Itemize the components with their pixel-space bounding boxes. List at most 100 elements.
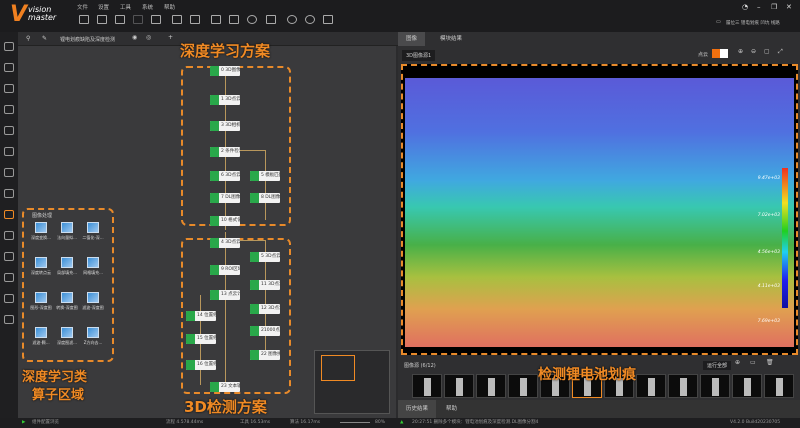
zoom-out-icon[interactable]: ⊖ [751,48,756,55]
operator-item[interactable]: Z方向去... [82,327,104,346]
calibrate-icon[interactable] [4,126,14,135]
flow-node[interactable]: 13 点云计算1 [210,290,240,300]
minimize-icon[interactable]: – [757,3,761,11]
zoom-in-icon[interactable]: ⊕ [738,48,743,55]
flow-node[interactable]: 0 3D图像源1 [210,66,240,76]
grid-icon[interactable] [190,15,200,24]
thumbnail[interactable] [508,374,538,398]
fit-icon[interactable]: ▢ [764,48,770,55]
monitor-icon[interactable] [211,15,221,24]
delete-icon[interactable]: 🗑 [766,359,774,366]
flow-node[interactable]: 8 DL图像分... [250,193,280,203]
operator-item[interactable]: 局部填充... [56,257,78,276]
panel-icon[interactable] [323,15,333,24]
tab-history[interactable]: 历史结果 [398,400,437,418]
flow-tab-title[interactable]: 锂电划痕缺陷及深度检测 [60,36,115,43]
tab-help[interactable]: 帮助 [438,400,465,418]
flow-node[interactable]: 16 位置修正 [186,360,216,370]
flow-tree-icon[interactable]: ⚲ [26,35,30,42]
add-tab-icon[interactable]: + [168,34,173,41]
fullscreen-icon[interactable]: ⤢ [778,48,783,56]
thumbnail[interactable] [412,374,442,398]
thumbnail[interactable] [476,374,506,398]
wrench-icon[interactable]: ✎ [42,35,47,42]
flow-node[interactable]: 22 图像拼接1 [250,350,280,360]
menu-settings[interactable]: 设置 [98,3,109,11]
menu-system[interactable]: 系统 [142,3,153,11]
thumbnail[interactable] [668,374,698,398]
operator-item[interactable]: 法向量拟... [56,222,78,241]
flow-node[interactable]: 15 位置修正 [186,334,216,344]
menu-tools[interactable]: 工具 [120,3,131,11]
export-icon[interactable] [133,15,143,24]
flow-node[interactable]: 5 3D点云转换2 [250,252,280,262]
flow-node[interactable]: 6 3D点云分割... [210,171,240,181]
operator-item[interactable]: 二值化-深... [82,222,104,241]
flow-node[interactable]: 1 3D点云-深... [210,95,240,105]
tab-image[interactable]: 图像 [398,32,426,46]
logic-icon[interactable] [4,294,14,303]
flow-node[interactable]: 7 DL图像分... [210,193,240,203]
flow-node[interactable]: 10 格式化输出1 [210,216,240,226]
operator-item[interactable]: 深度图滤... [56,327,78,346]
depth-image-view[interactable]: 9.47e+03 7.02e+03 4.56e+03 4.11e+03 7.69… [401,64,798,355]
code-icon[interactable] [266,15,276,24]
operator-item[interactable]: 图形-深度图 [30,292,52,311]
thumbnail[interactable] [700,374,730,398]
camera-tool-icon[interactable] [4,273,14,282]
operator-item[interactable]: 滤波-颗... [30,327,52,346]
operator-item[interactable]: 转换-深度图 [56,292,78,311]
flow-node[interactable]: 9 ROI区域1 [210,265,240,275]
image-process-icon[interactable] [4,210,14,219]
flow-node[interactable]: 21000点云... [250,326,280,336]
flow-node[interactable]: 2 条件检测1 [210,147,240,157]
image-source-select[interactable]: 3D图像源1 [402,50,436,61]
close-icon[interactable]: ✕ [786,3,792,11]
device-icon[interactable] [229,15,239,24]
flow-node[interactable]: 12 3D点云分... [250,304,280,314]
minimap[interactable] [314,350,390,414]
thumbnail[interactable] [636,374,666,398]
locate-icon[interactable] [4,63,14,72]
camera-icon[interactable] [172,15,182,24]
flow-node[interactable]: 4 3D点云转换1 [210,238,240,248]
loop-flow-icon[interactable]: ◎ [146,34,151,41]
chart-icon[interactable] [4,231,14,240]
deep-learning-icon[interactable] [4,189,14,198]
flow-node[interactable]: 14 位置修正 [186,311,216,321]
fill-icon[interactable] [4,252,14,261]
operator-item[interactable]: 深度变换... [30,222,52,241]
thumbnail[interactable] [764,374,794,398]
flow-node[interactable]: 3 3D相机-深... [210,121,240,131]
compare-icon[interactable] [4,147,14,156]
thumbnail[interactable] [444,374,474,398]
menu-file[interactable]: 文件 [77,3,88,11]
thumbnail[interactable] [732,374,762,398]
save-icon[interactable] [79,15,89,24]
run-once-icon[interactable] [287,15,297,24]
zoom-slider[interactable] [340,422,370,423]
tab-module-result[interactable]: 模块结果 [432,32,470,46]
operator-item[interactable]: 网格填充... [82,257,104,276]
measure-icon[interactable] [4,84,14,93]
folder-icon[interactable]: ▭ [716,19,721,25]
operator-item[interactable]: 滤波-深度图 [82,292,104,311]
run-all-button[interactable]: 运行全部 [703,361,732,370]
help-icon[interactable]: ◔ [742,3,748,11]
restore-icon[interactable]: ❐ [771,3,777,11]
settings-icon[interactable] [247,15,257,24]
folder-open-icon[interactable]: ▭ [750,359,756,366]
menu-help[interactable]: 帮助 [164,3,175,11]
run-loop-icon[interactable] [305,15,315,24]
add-image-icon[interactable]: ⊕ [735,359,740,366]
recognize-icon[interactable] [4,105,14,114]
color-icon[interactable] [4,168,14,177]
color-toggle[interactable] [712,49,728,58]
run-flow-icon[interactable]: ◉ [132,34,137,41]
flow-node[interactable]: 5 模板匹配1 [250,171,280,181]
import-icon[interactable] [115,15,125,24]
capture-icon[interactable] [4,42,14,51]
flow-node[interactable]: 11 3D点云学... [250,280,280,290]
operator-item[interactable]: 深度转点云 [30,257,52,276]
open-icon[interactable] [97,15,107,24]
